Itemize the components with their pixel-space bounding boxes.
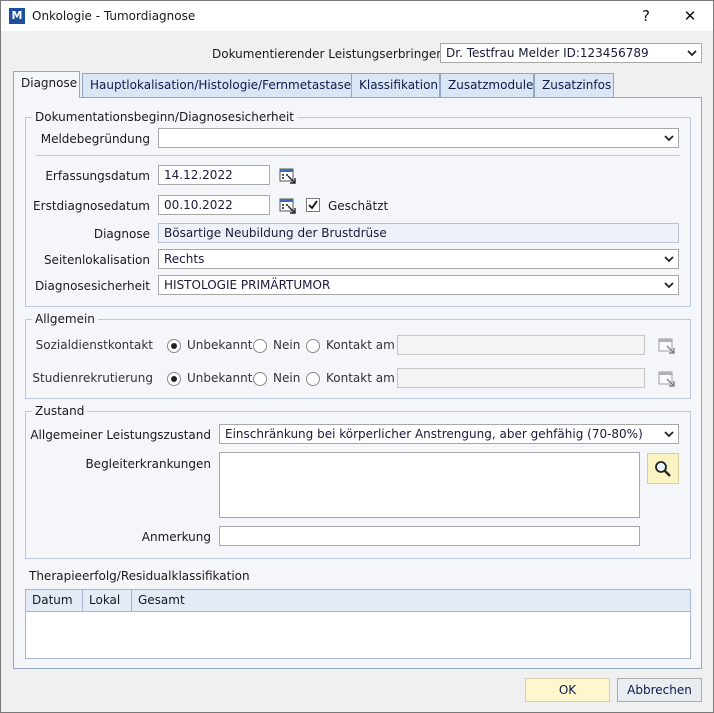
divider bbox=[36, 155, 680, 156]
app-logo-icon: M bbox=[9, 8, 25, 24]
diagnose-label: Diagnose bbox=[93, 227, 150, 241]
calendar-picker-icon[interactable] bbox=[279, 197, 297, 215]
tab-klassifikation[interactable]: Klassifikation bbox=[351, 73, 440, 97]
window-title: Onkologie - Tumordiagnose bbox=[32, 9, 196, 23]
sozial-kontakt-date-input bbox=[397, 335, 645, 355]
column-header-lokal[interactable]: Lokal bbox=[83, 590, 132, 611]
cancel-button[interactable]: Abbrechen bbox=[617, 678, 702, 702]
allgemein-group-title: Allgemein bbox=[32, 312, 98, 326]
zustand-group-title: Zustand bbox=[32, 404, 88, 418]
studienrekrutierung-label: Studienrekrutierung bbox=[32, 371, 153, 385]
diagnosesicherheit-select[interactable]: HISTOLOGIE PRIMÄRTUMOR bbox=[158, 275, 679, 295]
seitenlokalisation-label: Seitenlokalisation bbox=[43, 253, 150, 267]
title-bar: M Onkologie - Tumordiagnose ? ✕ bbox=[1, 1, 713, 31]
close-button[interactable]: ✕ bbox=[670, 1, 710, 31]
chevron-down-icon bbox=[663, 278, 675, 292]
meldebegruendung-select[interactable] bbox=[158, 128, 679, 148]
chevron-down-icon bbox=[663, 131, 675, 145]
chevron-down-icon bbox=[663, 252, 675, 266]
sozial-nein-radio[interactable] bbox=[253, 339, 267, 353]
diagnose-field: Bösartige Neubildung der Brustdrüse bbox=[158, 223, 679, 243]
studien-kontakt-date-input bbox=[397, 368, 645, 388]
sozialdienstkontakt-label: Sozialdienstkontakt bbox=[35, 338, 153, 352]
calendar-picker-icon bbox=[658, 338, 675, 354]
checkmark-icon bbox=[308, 200, 318, 210]
studien-kontakt-label: Kontakt am bbox=[326, 371, 395, 385]
begleiterkrankungen-textarea[interactable] bbox=[219, 452, 640, 518]
therapieerfolg-table[interactable]: Datum Lokal Gesamt bbox=[25, 589, 691, 659]
tab-zusatzinfos[interactable]: Zusatzinfos bbox=[534, 73, 614, 97]
column-header-gesamt[interactable]: Gesamt bbox=[132, 590, 690, 611]
help-button[interactable]: ? bbox=[626, 1, 666, 31]
sozial-unbekannt-label: Unbekannt bbox=[187, 338, 253, 352]
tab-zusatzmodule[interactable]: Zusatzmodule bbox=[440, 73, 534, 97]
calendar-picker-icon[interactable] bbox=[279, 167, 297, 185]
column-header-datum[interactable]: Datum bbox=[26, 590, 83, 611]
sozial-unbekannt-radio[interactable] bbox=[167, 339, 181, 353]
geschaetzt-checkbox[interactable] bbox=[306, 198, 320, 212]
chevron-down-icon bbox=[686, 46, 698, 60]
anmerkung-label: Anmerkung bbox=[141, 530, 211, 544]
diagnosesicherheit-value: HISTOLOGIE PRIMÄRTUMOR bbox=[164, 278, 331, 292]
erstdiagnosedatum-label: Erstdiagnosedatum bbox=[33, 199, 150, 213]
erfassungsdatum-input[interactable]: 14.12.2022 bbox=[158, 165, 270, 185]
seitenlokalisation-value: Rechts bbox=[164, 252, 205, 266]
diagnosesicherheit-label: Diagnosesicherheit bbox=[34, 279, 150, 293]
calendar-picker-icon bbox=[658, 371, 675, 387]
erstdiagnosedatum-input[interactable]: 00.10.2022 bbox=[158, 195, 270, 215]
allgemein-group: Allgemein Sozialdienstkontakt Unbekannt … bbox=[25, 312, 691, 399]
erfassungsdatum-label: Erfassungsdatum bbox=[45, 169, 150, 183]
anmerkung-input[interactable] bbox=[219, 526, 640, 546]
leistungszustand-select[interactable]: Einschränkung bei körperlicher Anstrengu… bbox=[219, 424, 679, 444]
studien-unbekannt-radio[interactable] bbox=[167, 372, 181, 386]
sozial-kontakt-radio[interactable] bbox=[306, 339, 320, 353]
studien-nein-radio[interactable] bbox=[253, 372, 267, 386]
search-button[interactable] bbox=[647, 453, 679, 484]
seitenlokalisation-select[interactable]: Rechts bbox=[158, 249, 679, 269]
ok-button[interactable]: OK bbox=[525, 678, 610, 702]
meldebegruendung-label: Meldebegründung bbox=[40, 132, 150, 146]
tab-hauptlokalisation[interactable]: Hauptlokalisation/Histologie/Fernmetasta… bbox=[82, 73, 361, 97]
geschaetzt-label: Geschätzt bbox=[328, 199, 389, 213]
begleiterkrankungen-label: Begleiterkrankungen bbox=[85, 457, 211, 471]
doku-group-title: Dokumentationsbeginn/Diagnosesicherheit bbox=[32, 110, 297, 124]
studien-unbekannt-label: Unbekannt bbox=[187, 371, 253, 385]
table-header: Datum Lokal Gesamt bbox=[26, 590, 690, 612]
provider-select[interactable]: Dr. Testfrau Melder ID:123456789 bbox=[440, 43, 702, 63]
zustand-group: Zustand Allgemeiner Leistungszustand Ein… bbox=[25, 404, 691, 559]
provider-label: Dokumentierender Leistungserbringer bbox=[212, 47, 442, 61]
chevron-down-icon bbox=[663, 427, 675, 441]
diagnose-panel: Dokumentationsbeginn/Diagnosesicherheit … bbox=[13, 97, 702, 669]
search-icon bbox=[655, 461, 671, 477]
studien-nein-label: Nein bbox=[273, 371, 301, 385]
sozial-nein-label: Nein bbox=[273, 338, 301, 352]
tab-diagnose[interactable]: Diagnose bbox=[13, 71, 80, 98]
therapieerfolg-title: Therapieerfolg/Residualklassifikation bbox=[29, 569, 250, 583]
leistungszustand-value: Einschränkung bei körperlicher Anstrengu… bbox=[225, 427, 643, 441]
doku-group: Dokumentationsbeginn/Diagnosesicherheit … bbox=[25, 110, 691, 307]
leistungszustand-label: Allgemeiner Leistungszustand bbox=[30, 428, 211, 442]
provider-select-value: Dr. Testfrau Melder ID:123456789 bbox=[446, 46, 649, 60]
sozial-kontakt-label: Kontakt am bbox=[326, 338, 395, 352]
studien-kontakt-radio[interactable] bbox=[306, 372, 320, 386]
dialog-window: M Onkologie - Tumordiagnose ? ✕ Dokument… bbox=[0, 0, 714, 713]
